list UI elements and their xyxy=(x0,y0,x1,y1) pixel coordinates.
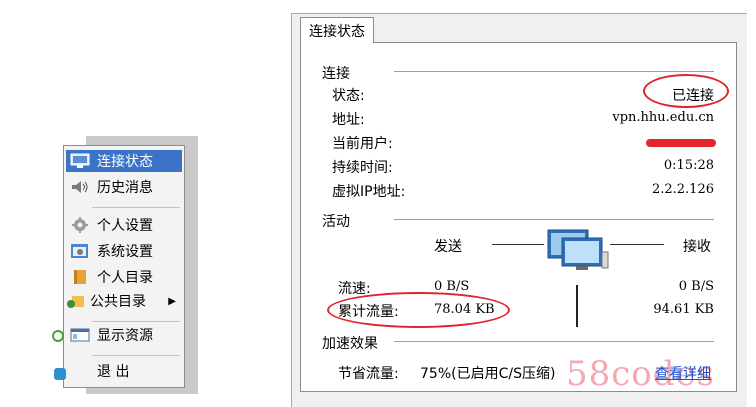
menu-item-label: 连接状态 xyxy=(97,154,153,170)
menu-item-label: 系统设置 xyxy=(97,244,153,260)
menu-item-show-resources[interactable]: 显示资源 xyxy=(66,324,182,346)
send-label: 发送 xyxy=(434,239,462,255)
menu-item-message-history[interactable]: 历史消息 xyxy=(66,176,182,198)
annotation-oval-status xyxy=(643,74,729,108)
address-value: vpn.hhu.edu.cn xyxy=(612,110,714,125)
address-label: 地址: xyxy=(332,112,365,128)
receive-line xyxy=(610,244,664,245)
view-details-link[interactable]: 查看详细 xyxy=(655,363,711,383)
menu-item-exit[interactable]: 退 出 xyxy=(66,360,182,382)
menu-item-label: 历史消息 xyxy=(97,180,153,196)
duration-label: 持续时间: xyxy=(332,160,393,176)
menu-item-label: 个人设置 xyxy=(97,218,153,234)
annotation-oval-total xyxy=(327,292,510,328)
tray-context-menu: 连接状态 历史消息 个人设置 系统设置 个人目录 公共目录 ▶ 显示资源 退 出 xyxy=(63,145,185,388)
saved-traffic-value: 75%(已启用C/S压缩) xyxy=(420,366,556,382)
gear-icon xyxy=(70,217,90,233)
group-divider xyxy=(394,71,714,72)
menu-item-system-settings[interactable]: 系统设置 xyxy=(66,240,182,262)
window-icon xyxy=(70,327,90,343)
menu-item-personal-directory[interactable]: 个人目录 xyxy=(66,266,182,288)
flow-divider xyxy=(576,285,578,327)
speaker-icon xyxy=(70,179,90,195)
menu-item-label: 公共目录 xyxy=(90,294,146,310)
menu-item-connection-status[interactable]: 连接状态 xyxy=(66,150,182,172)
send-line xyxy=(492,244,544,245)
current-user-label: 当前用户: xyxy=(332,136,393,152)
network-computers-icon xyxy=(546,226,612,278)
status-label: 状态: xyxy=(332,88,365,104)
menu-item-personal-settings[interactable]: 个人设置 xyxy=(66,214,182,236)
group-title-connection: 连接 xyxy=(322,66,350,82)
total-receive-value: 94.61 KB xyxy=(653,302,714,317)
menu-item-label: 退 出 xyxy=(97,364,130,380)
settings-window-icon xyxy=(70,243,90,259)
virtual-ip-value: 2.2.2.126 xyxy=(651,182,714,197)
tab-connection-status[interactable]: 连接状态 xyxy=(300,17,374,43)
virtual-ip-label: 虚拟IP地址: xyxy=(332,184,406,200)
saved-traffic-label: 节省流量: xyxy=(338,366,399,382)
duration-value: 0:15:28 xyxy=(663,158,714,173)
shared-folder-icon xyxy=(66,293,86,309)
group-title-acceleration: 加速效果 xyxy=(322,336,378,352)
speed-receive-value: 0 B/S xyxy=(678,279,714,294)
group-divider xyxy=(394,219,714,220)
menu-separator xyxy=(92,355,180,356)
menu-item-label: 个人目录 xyxy=(97,270,153,286)
redacted-user-value xyxy=(646,139,716,147)
group-divider xyxy=(394,341,714,342)
receive-label: 接收 xyxy=(683,239,711,255)
tray-status-icon[interactable] xyxy=(52,330,64,342)
tray-network-icon[interactable] xyxy=(54,368,66,380)
book-folder-icon xyxy=(70,269,90,285)
submenu-arrow-icon: ▶ xyxy=(168,295,176,307)
menu-item-public-directory[interactable]: 公共目录 ▶ xyxy=(66,290,182,312)
menu-separator xyxy=(92,321,180,322)
group-title-activity: 活动 xyxy=(322,214,350,230)
menu-separator xyxy=(92,207,180,208)
monitor-icon xyxy=(70,153,90,169)
menu-item-label: 显示资源 xyxy=(97,328,153,344)
